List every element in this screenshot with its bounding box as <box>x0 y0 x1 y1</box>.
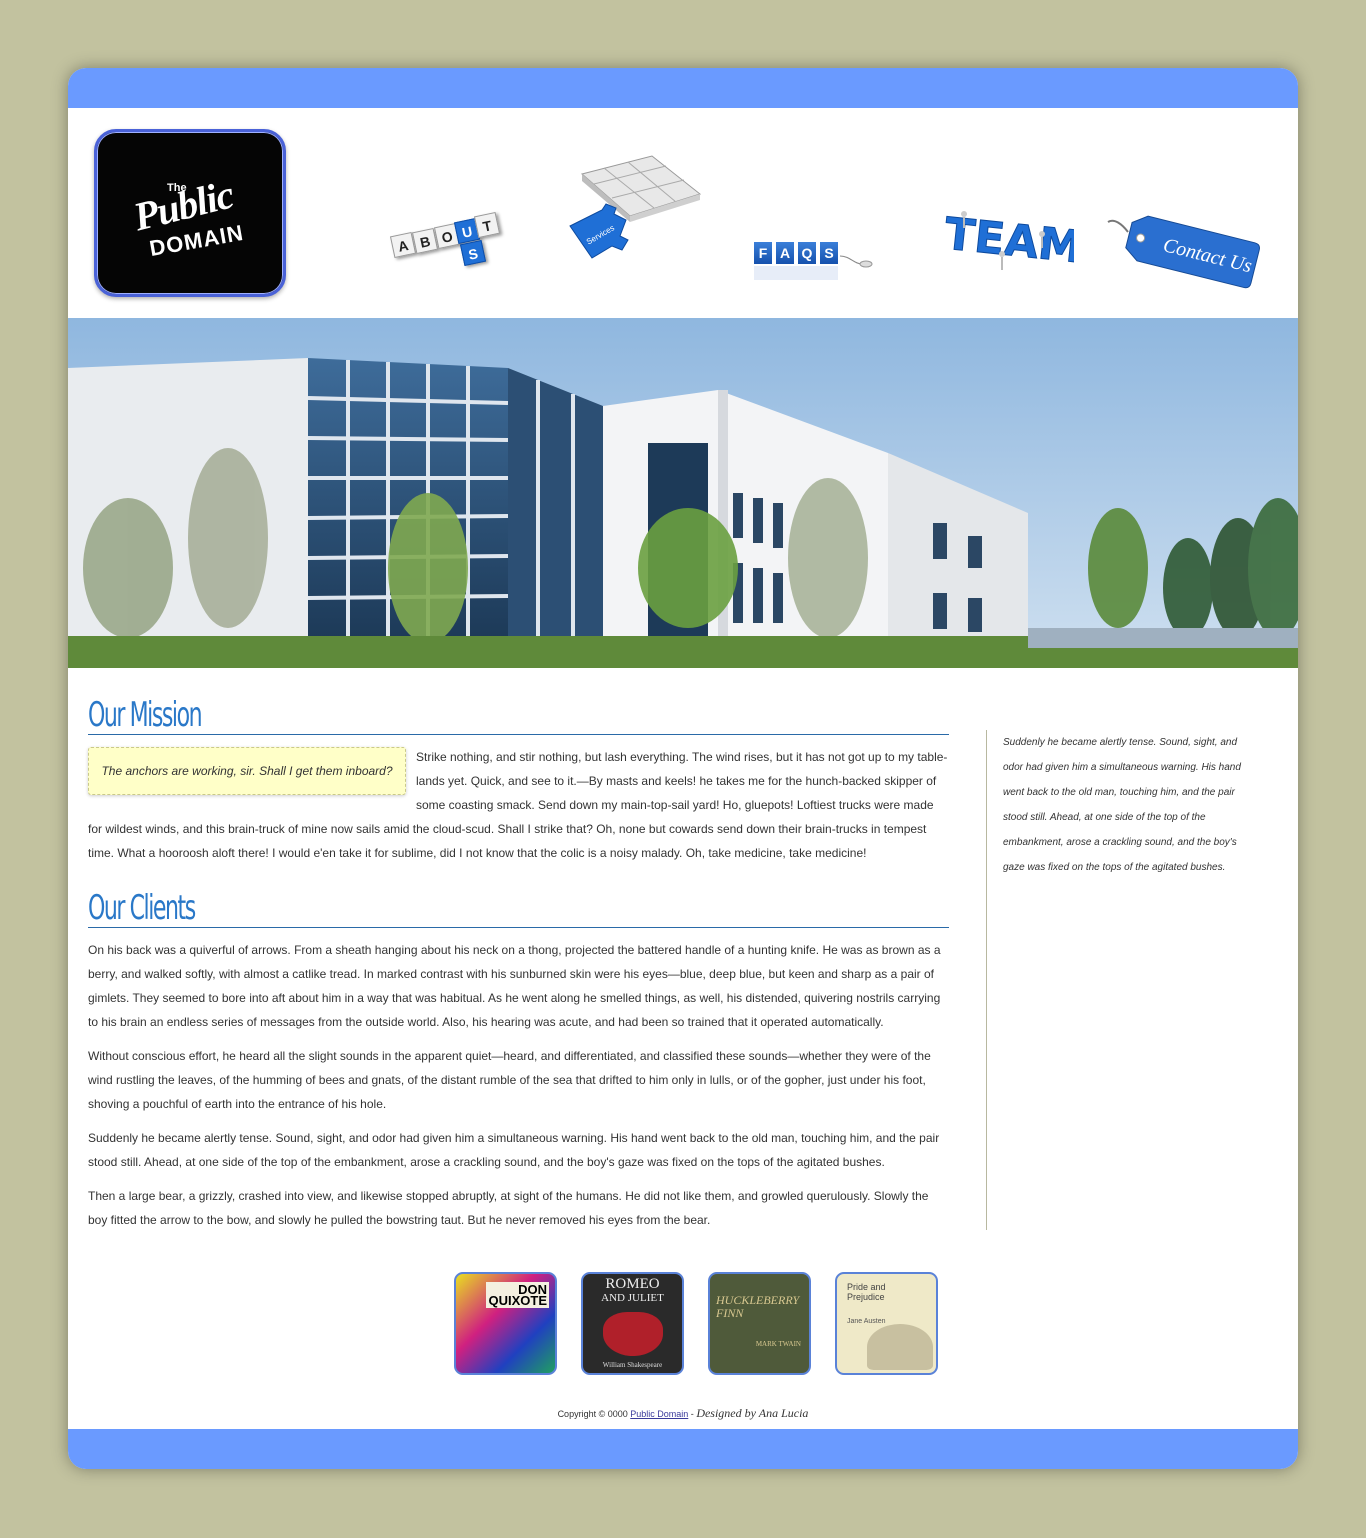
book-pride-prejudice[interactable]: Pride and Prejudice Jane Austen <box>835 1272 938 1375</box>
footer-link[interactable]: Public Domain <box>630 1409 688 1419</box>
building-photo <box>68 318 1298 668</box>
top-band <box>68 68 1298 108</box>
clients-paragraph-3: Suddenly he became alertly tense. Sound,… <box>88 1131 940 1169</box>
figure-icon <box>867 1324 933 1370</box>
book-title: Pride and Prejudice <box>847 1282 886 1302</box>
clients-paragraph-1: On his back was a quiverful of arrows. F… <box>88 943 941 1029</box>
nav-team[interactable]: TEAM <box>924 204 1085 294</box>
clients-paragraph-2: Without conscious effort, he heard all t… <box>88 1049 931 1111</box>
about-cube-s: S <box>459 239 487 267</box>
mission-quote: The anchors are working, sir. Shall I ge… <box>88 747 406 795</box>
book-title-line-2: AND JULIET <box>601 1292 664 1304</box>
book-author: William Shakespeare <box>602 1361 663 1369</box>
bottom-band <box>68 1429 1298 1469</box>
book-title-line-1: ROMEO <box>605 1276 660 1292</box>
team-label: TEAM <box>942 208 1074 273</box>
logo-the: The <box>167 182 187 194</box>
book-author: MARK TWAIN <box>755 1340 801 1348</box>
nav-about-us[interactable]: A B O U T S <box>386 208 506 278</box>
mouse-icon <box>754 255 873 280</box>
book-don-quixote[interactable]: DON QUIXOTE <box>454 1272 557 1375</box>
clients-paragraph-4: Then a large bear, a grizzly, crashed in… <box>88 1189 929 1227</box>
puzzle-icon: Services <box>569 155 702 259</box>
designer-credit: Designed by Ana Lucia <box>696 1406 809 1420</box>
site-logo[interactable]: Public The DOMAIN <box>94 129 286 297</box>
clients-heading: Our Clients <box>88 891 949 928</box>
book-author: Jane Austen <box>847 1318 886 1325</box>
copyright-text: Copyright © 0000 <box>557 1409 628 1419</box>
about-cube-t: T <box>473 211 501 239</box>
main-content: Our Mission The anchors are working, sir… <box>88 698 949 1232</box>
nav-faqs[interactable]: F A Q S <box>754 236 884 296</box>
mission-heading: Our Mission <box>88 698 949 735</box>
sidebar-divider <box>986 730 987 1230</box>
sidebar-text: Suddenly he became alertly tense. Sound,… <box>1003 737 1241 873</box>
footer-separator: - <box>690 1409 694 1419</box>
book-title-line-2: QUIXOTE <box>488 1293 547 1308</box>
book-huckleberry-finn[interactable]: HUCKLEBERRY FINN MARK TWAIN <box>708 1272 811 1375</box>
book-title-line-1: HUCKLEBERRY <box>716 1293 800 1307</box>
team-icon: TEAM <box>942 208 1085 274</box>
hero-image <box>68 318 1298 668</box>
heart-icon <box>603 1312 663 1356</box>
nav-services[interactable]: Services <box>562 154 702 274</box>
tag-icon: Contact Us <box>1107 215 1260 289</box>
book-title-line-2: FINN <box>716 1306 744 1320</box>
page-frame: Public The DOMAIN A B O U T S Services F… <box>68 68 1298 1469</box>
footer: Copyright © 0000 Public Domain - Designe… <box>68 1406 1298 1421</box>
book-romeo-juliet[interactable]: ROMEO AND JULIET William Shakespeare <box>581 1272 684 1375</box>
nav-contact-us[interactable]: Contact Us <box>1104 214 1264 294</box>
